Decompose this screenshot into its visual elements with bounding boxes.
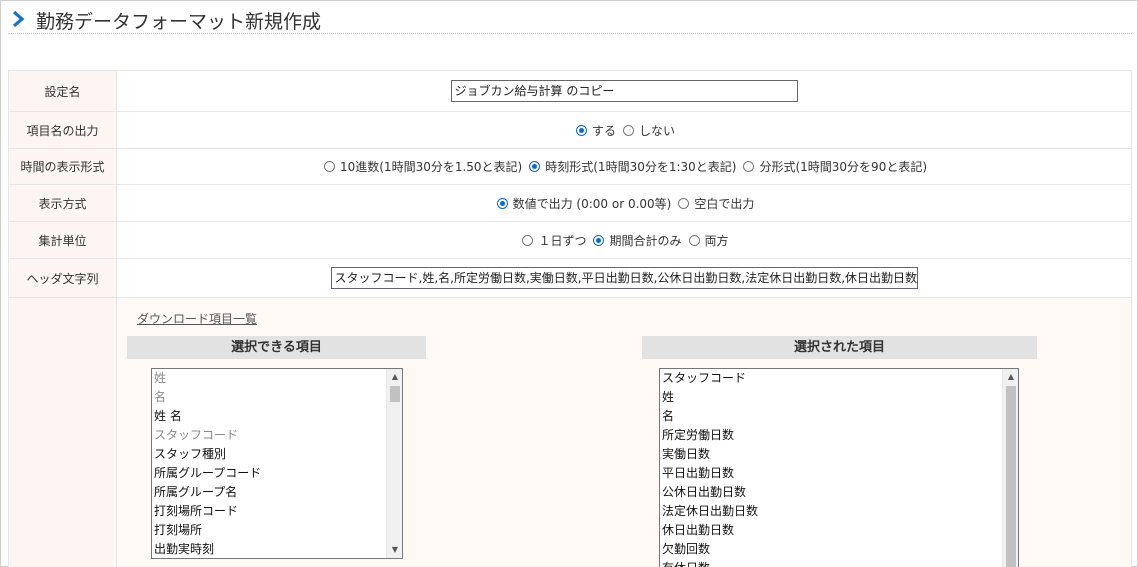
radio-output-yes[interactable]: [575, 124, 587, 136]
radio-blank-output-label[interactable]: 空白で出力: [694, 195, 754, 212]
available-items-header: 選択できる項目: [127, 336, 426, 359]
selected-items-listbox[interactable]: スタッフコード姓名所定労働日数 実働日数 平日出勤日数 公休日出勤日数 法定休日出勤日数…: [659, 368, 1019, 567]
list-item[interactable]: 名: [152, 388, 402, 407]
available-list-scrollbar[interactable]: ▲ ▼: [386, 369, 402, 558]
list-item[interactable]: 所属グループ名: [152, 483, 402, 502]
list-item[interactable]: 姓: [152, 369, 402, 388]
item-name-output-cell: する しない: [116, 111, 1132, 149]
list-item[interactable]: 欠勤回数: [660, 540, 1018, 559]
setting-name-input[interactable]: ジョブカン給与計算 のコピー: [450, 80, 798, 102]
radio-output-yes-label[interactable]: する: [592, 122, 616, 139]
radio-decimal-label[interactable]: 10進数(1時間30分を1.50と表記): [340, 158, 522, 175]
radio-minute-format-label[interactable]: 分形式(1時間30分を90と表記): [759, 158, 927, 175]
list-item[interactable]: 平日出勤日数: [660, 464, 1018, 483]
list-item[interactable]: スタッフ種別: [152, 445, 402, 464]
item-name-output-label: 項目名の出力: [8, 111, 117, 149]
display-method-cell: 数値で出力 (0:00 or 0.00等) 空白で出力: [116, 184, 1132, 222]
radio-decimal[interactable]: [323, 161, 335, 172]
chevron-right-icon: [12, 11, 25, 27]
list-item[interactable]: 打刻場所コード: [152, 502, 402, 521]
radio-period-total[interactable]: [593, 234, 605, 246]
radio-both[interactable]: [688, 234, 700, 246]
list-item[interactable]: スタッフコード: [660, 369, 1018, 388]
radio-clock-format[interactable]: [529, 161, 541, 172]
radio-blank-output[interactable]: [678, 197, 690, 209]
list-item[interactable]: 休日出勤日数: [660, 521, 1018, 540]
download-label-cell: [8, 297, 117, 567]
selected-scroll-thumb[interactable]: [1006, 386, 1016, 567]
list-item[interactable]: 所定労働日数: [660, 426, 1018, 445]
list-item[interactable]: 公休日出勤日数: [660, 483, 1018, 502]
download-items-panel: ダウンロード項目一覧 選択できる項目 選択された項目 姓名姓 名スタッフコードス…: [117, 298, 1131, 567]
time-format-label: 時間の表示形式: [8, 148, 117, 185]
list-item[interactable]: 所属グループコード: [152, 464, 402, 483]
radio-output-no[interactable]: [623, 124, 634, 136]
list-item[interactable]: 姓 名: [152, 407, 402, 426]
download-items-cell: ダウンロード項目一覧 選択できる項目 選択された項目 姓名姓 名スタッフコードス…: [116, 297, 1132, 567]
scroll-down-arrow-icon[interactable]: ▼: [387, 542, 402, 558]
selected-items-header: 選択された項目: [642, 336, 1037, 359]
display-method-label: 表示方式: [8, 184, 117, 222]
list-item[interactable]: 有休日数: [660, 559, 1018, 567]
radio-minute-format[interactable]: [743, 161, 755, 172]
aggregation-unit-label: 集計単位: [8, 221, 117, 259]
header-string-cell: スタッフコード,姓,名,所定労働日数,実働日数,平日出勤日数,公休日出勤日数,法…: [116, 258, 1132, 298]
radio-clock-format-label[interactable]: 時刻形式(1時間30分を1:30と表記): [545, 158, 736, 175]
page-header: 勤務データフォーマット新規作成: [8, 6, 1132, 34]
radio-both-label[interactable]: 両方: [705, 232, 729, 249]
aggregation-unit-cell: １日ずつ 期間合計のみ 両方: [116, 221, 1132, 259]
available-scroll-thumb[interactable]: [390, 386, 400, 402]
setting-name-label: 設定名: [8, 70, 117, 112]
setting-name-cell: ジョブカン給与計算 のコピー: [116, 70, 1132, 112]
radio-daily[interactable]: [522, 234, 534, 246]
format-settings-table: 設定名 ジョブカン給与計算 のコピー 項目名の出力 する しない 時間の表示形式…: [8, 70, 1132, 567]
radio-output-no-label[interactable]: しない: [639, 122, 675, 139]
list-item[interactable]: スタッフコード: [152, 426, 402, 445]
list-item[interactable]: 打刻場所: [152, 521, 402, 540]
download-items-link[interactable]: ダウンロード項目一覧: [137, 310, 257, 327]
header-string-input[interactable]: スタッフコード,姓,名,所定労働日数,実働日数,平日出勤日数,公休日出勤日数,法…: [330, 267, 918, 289]
list-item[interactable]: 法定休日出勤日数: [660, 502, 1018, 521]
list-item[interactable]: 姓: [660, 388, 1018, 407]
time-format-cell: 10進数(1時間30分を1.50と表記) 時刻形式(1時間30分を1:30と表記…: [116, 148, 1132, 185]
scroll-up-arrow-icon[interactable]: ▲: [1003, 369, 1018, 385]
selected-list-scrollbar[interactable]: ▲: [1002, 369, 1018, 567]
list-item[interactable]: 名: [660, 407, 1018, 426]
scroll-up-arrow-icon[interactable]: ▲: [387, 369, 402, 385]
header-string-label: ヘッダ文字列: [8, 258, 117, 298]
list-item[interactable]: 実働日数: [660, 445, 1018, 464]
radio-daily-label[interactable]: １日ずつ: [538, 232, 586, 249]
radio-numeric-output-label[interactable]: 数値で出力 (0:00 or 0.00等): [513, 195, 672, 212]
radio-numeric-output[interactable]: [496, 197, 508, 209]
available-items-listbox[interactable]: 姓名姓 名スタッフコード スタッフ種別 所属グループコード 所属グループ名 打刻場所コー…: [151, 368, 403, 559]
page-title: 勤務データフォーマット新規作成: [36, 11, 322, 33]
list-item[interactable]: 出勤実時刻: [152, 540, 402, 558]
radio-period-total-label[interactable]: 期間合計のみ: [609, 232, 681, 249]
